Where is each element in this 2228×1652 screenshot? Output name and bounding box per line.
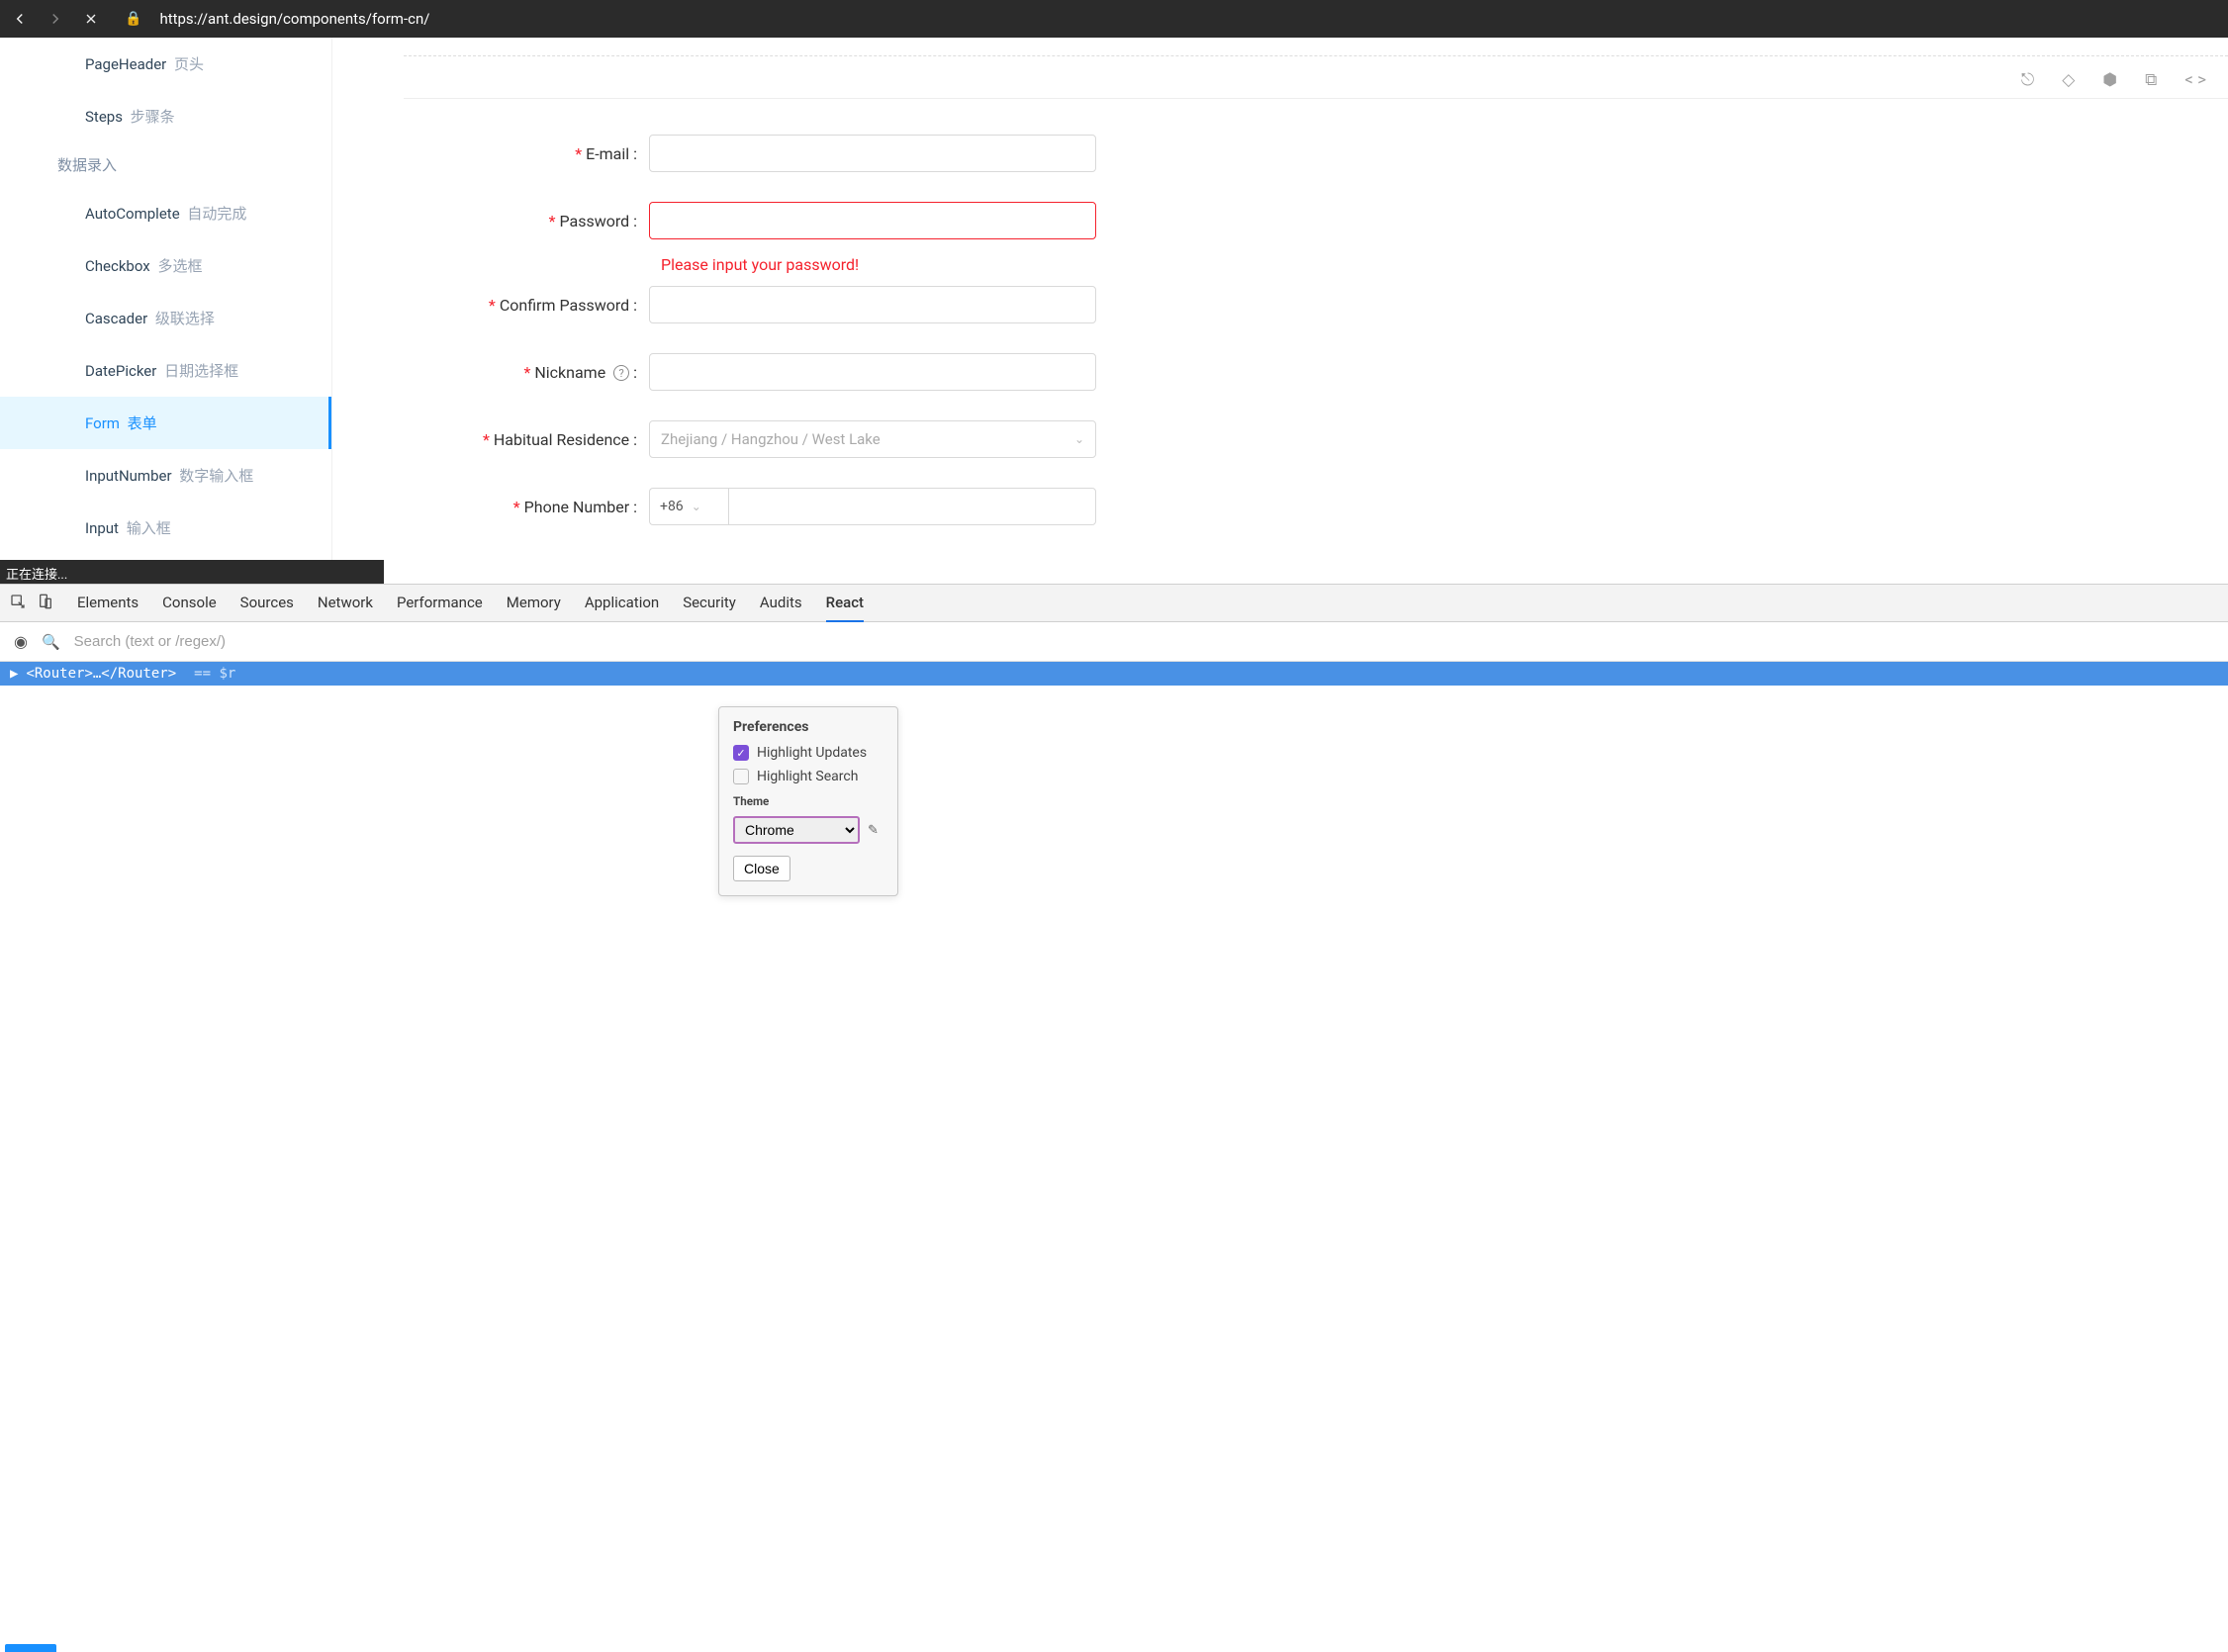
forward-button[interactable] (44, 7, 67, 31)
devtools-toolbar: Elements Console Sources Network Perform… (0, 585, 2228, 622)
component-name: <Router>…</Router> (26, 666, 176, 682)
tab-elements[interactable]: Elements (77, 585, 139, 622)
help-icon[interactable]: ? (613, 365, 629, 381)
close-button[interactable]: Close (733, 856, 790, 881)
highlight-search-label: Highlight Search (757, 769, 858, 784)
back-button[interactable] (8, 7, 32, 31)
codesandbox-icon[interactable]: ⬢ (2102, 70, 2117, 90)
confirm-input[interactable] (649, 286, 1096, 323)
highlight-search-option[interactable]: Highlight Search (733, 769, 883, 784)
edit-icon[interactable]: ✎ (868, 823, 879, 838)
copy-icon[interactable]: ⧉ (2145, 70, 2157, 90)
password-error: Please input your password! (404, 247, 2228, 274)
tab-react[interactable]: React (826, 585, 864, 622)
theme-select[interactable]: Chrome (733, 816, 860, 844)
sidebar-item-input[interactable]: Input 输入框 (0, 502, 331, 554)
phone-input[interactable] (728, 488, 1096, 525)
component-tree-row[interactable]: ▶ <Router>…</Router> == $r (0, 662, 2228, 686)
tab-audits[interactable]: Audits (760, 585, 802, 622)
password-label: *Password : (404, 212, 649, 230)
confirm-label: *Confirm Password : (404, 296, 649, 315)
tab-memory[interactable]: Memory (507, 585, 561, 622)
tab-application[interactable]: Application (585, 585, 659, 622)
code-toggle-icon[interactable]: < > (2184, 70, 2206, 90)
residence-label: *Habitual Residence : (404, 430, 649, 449)
nickname-input[interactable] (649, 353, 1096, 391)
registration-form: *E-mail : *Password : Please input your … (404, 99, 2228, 525)
target-icon[interactable]: ◉ (14, 632, 28, 651)
chevron-down-icon: ⌄ (1074, 432, 1084, 446)
search-input[interactable] (74, 633, 470, 650)
highlight-updates-label: Highlight Updates (757, 745, 867, 761)
search-icon: 🔍 (42, 633, 60, 651)
footer-indicator (5, 1644, 56, 1652)
url-bar[interactable]: https://ant.design/components/form-cn/ (159, 10, 429, 28)
lock-icon: 🔒 (125, 11, 141, 27)
codepen-icon[interactable]: ◇ (2062, 70, 2075, 90)
preferences-title: Preferences (733, 719, 883, 735)
sidebar-item-cascader[interactable]: Cascader 级联选择 (0, 292, 331, 344)
highlight-updates-option[interactable]: ✓ Highlight Updates (733, 745, 883, 761)
sidebar: PageHeader 页头 Steps 步骤条 数据录入 AutoComplet… (0, 38, 332, 596)
tab-performance[interactable]: Performance (397, 585, 483, 622)
expand-icon[interactable]: ▶ (10, 666, 18, 682)
theme-heading: Theme (733, 794, 883, 808)
checkbox-checked-icon[interactable]: ✓ (733, 745, 749, 761)
checkbox-icon[interactable] (733, 769, 749, 784)
device-icon[interactable] (38, 594, 53, 613)
tab-sources[interactable]: Sources (240, 585, 294, 622)
chevron-down-icon: ⌄ (692, 500, 701, 513)
ref-marker: == $r (194, 666, 235, 682)
sidebar-item-datepicker[interactable]: DatePicker 日期选择框 (0, 344, 331, 397)
sidebar-group: 数据录入 (0, 142, 331, 187)
phone-label: *Phone Number : (404, 498, 649, 516)
content: ⎋ ◇ ⬢ ⧉ < > *E-mail : *Password : Please… (332, 38, 2228, 596)
inspect-icon[interactable] (10, 594, 26, 613)
tab-network[interactable]: Network (318, 585, 373, 622)
password-input[interactable] (649, 202, 1096, 239)
demo-actions: ⎋ ◇ ⬢ ⧉ < > (404, 56, 2228, 99)
tab-console[interactable]: Console (162, 585, 217, 622)
sidebar-item-steps[interactable]: Steps 步骤条 (0, 90, 331, 142)
sidebar-item-pageheader[interactable]: PageHeader 页头 (0, 38, 331, 90)
riddle-icon[interactable]: ⎋ (2021, 70, 2034, 90)
sidebar-item-form[interactable]: Form 表单 (0, 397, 331, 449)
browser-toolbar: 🔒 https://ant.design/components/form-cn/ (0, 0, 2228, 38)
preferences-popup: Preferences ✓ Highlight Updates Highligh… (718, 706, 898, 896)
devtools: Elements Console Sources Network Perform… (0, 584, 2228, 1652)
email-label: *E-mail : (404, 144, 649, 163)
residence-select[interactable]: Zhejiang / Hangzhou / West Lake⌄ (649, 420, 1096, 458)
stop-button[interactable] (79, 7, 103, 31)
status-tooltip: 正在连接... (0, 560, 384, 587)
sidebar-item-inputnumber[interactable]: InputNumber 数字输入框 (0, 449, 331, 502)
phone-prefix-select[interactable]: +86⌄ (649, 488, 728, 525)
sidebar-item-autocomplete[interactable]: AutoComplete 自动完成 (0, 187, 331, 239)
tab-security[interactable]: Security (683, 585, 736, 622)
nickname-label: *Nickname ? : (404, 363, 649, 382)
email-input[interactable] (649, 135, 1096, 172)
sidebar-item-checkbox[interactable]: Checkbox 多选框 (0, 239, 331, 292)
